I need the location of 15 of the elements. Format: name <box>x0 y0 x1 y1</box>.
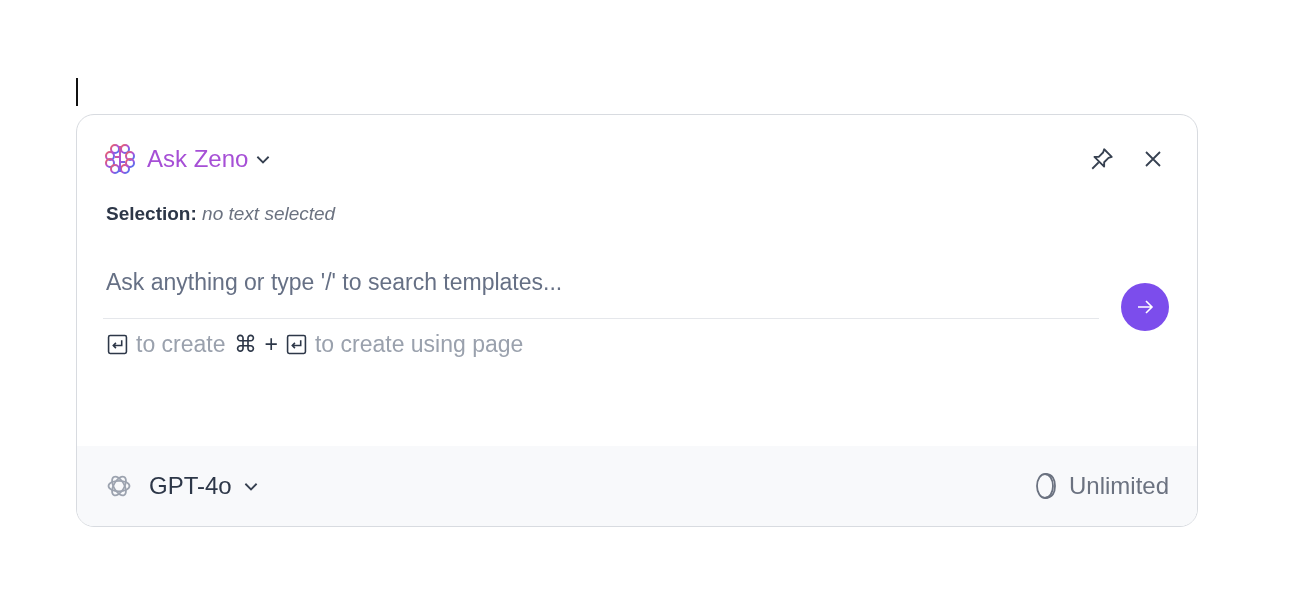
return-key-icon <box>107 334 128 355</box>
shortcut-symbol: + <box>264 331 278 358</box>
hint-text: to create using page <box>314 331 524 358</box>
selection-text: Selection: no text selected <box>105 203 337 225</box>
shortcut-symbol: ⌘ <box>233 331 257 358</box>
assistant-menu-button[interactable]: Ask Zeno <box>103 143 273 175</box>
pin-icon <box>1089 146 1115 172</box>
text-cursor <box>76 78 78 106</box>
coin-icon <box>1034 471 1059 501</box>
model-select[interactable]: GPT-4o <box>105 472 260 500</box>
prompt-input[interactable]: Ask anything or type '/' to search templates... <box>103 269 1099 319</box>
credits-text: Unlimited <box>1068 472 1169 500</box>
return-key-icon <box>285 334 307 355</box>
send-button[interactable] <box>1121 282 1169 331</box>
hint-text: to create <box>136 331 226 358</box>
